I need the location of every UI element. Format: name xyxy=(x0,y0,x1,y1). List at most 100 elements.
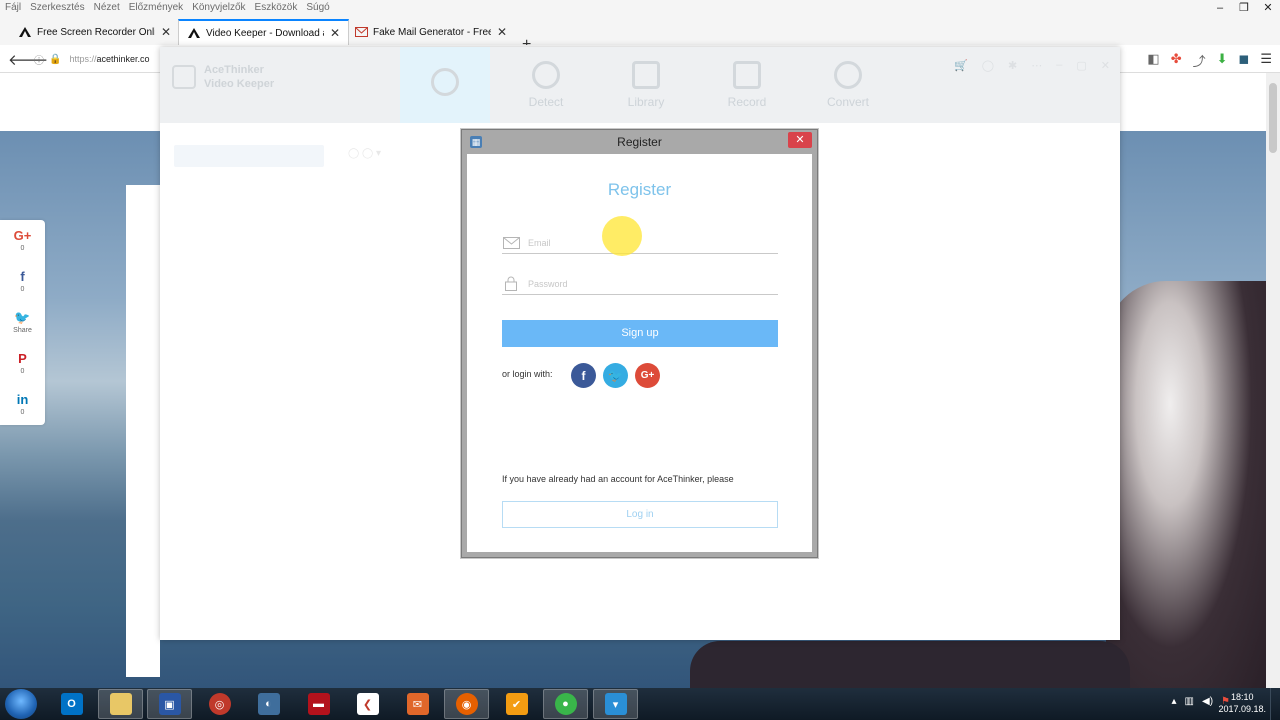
taskbar-outlook[interactable]: O xyxy=(49,689,94,719)
menu-tools[interactable]: Eszközök xyxy=(255,2,298,13)
nav-label: Convert xyxy=(826,95,870,109)
facebook-icon: f xyxy=(20,269,25,284)
page-scrollbar[interactable] xyxy=(1266,73,1280,688)
nav-convert[interactable]: Convert xyxy=(803,47,893,123)
tab-title: Free Screen Recorder Online xyxy=(37,26,155,38)
menu-edit[interactable]: Szerkesztés xyxy=(30,2,84,13)
menu-help[interactable]: Súgó xyxy=(306,2,329,13)
acethinker-favicon-icon xyxy=(18,25,32,39)
share-arrow-icon[interactable]: ⤴ xyxy=(1193,51,1206,70)
signup-button[interactable]: Sign up xyxy=(502,320,778,347)
nav-library[interactable]: Library xyxy=(601,47,691,123)
app-close-icon[interactable]: ✕ xyxy=(1101,59,1110,72)
envelope-favicon-icon xyxy=(354,25,368,39)
tab-title: Video Keeper - Download a xyxy=(206,27,324,39)
dialog-titlebar: ▦ Register ✕ xyxy=(462,130,817,154)
googleplus-icon: G+ xyxy=(13,228,32,243)
taskbar-save-app[interactable]: ▣ xyxy=(147,689,192,719)
password-input[interactable] xyxy=(528,278,768,289)
clock-date: 2017.09.18. xyxy=(1218,704,1266,714)
user-icon[interactable]: ◯ xyxy=(982,59,994,72)
nav-detect[interactable]: Detect xyxy=(501,47,591,123)
tab-close-icon[interactable]: ✕ xyxy=(497,25,507,39)
login-button[interactable]: Log in xyxy=(502,501,778,528)
taskbar-firefox[interactable]: ◉ xyxy=(444,689,489,719)
menu-file[interactable]: Fájl xyxy=(5,2,21,13)
minimize-icon[interactable]: – xyxy=(1208,0,1232,17)
share-label: Share xyxy=(13,327,32,334)
windows-taskbar: O ▣ ◎ ◐ ▬ ❮ ✉ ◉ ✔ ● ▾ ▴ ▥ ◀) ⚑ 18:10 201… xyxy=(0,688,1280,720)
taskbar-recorder[interactable]: ● xyxy=(543,689,588,719)
cart-icon[interactable]: 🛒 xyxy=(954,59,968,72)
taskbar-red-app[interactable]: ▬ xyxy=(296,689,341,719)
share-linkedin[interactable]: in 0 xyxy=(0,384,45,425)
volume-icon[interactable]: ◀) xyxy=(1202,696,1213,707)
nav-record[interactable]: Record xyxy=(702,47,792,123)
share-googleplus[interactable]: G+ 0 xyxy=(0,220,45,261)
twitter-login-button[interactable]: 🐦 xyxy=(603,363,628,388)
twitter-icon: 🐦 xyxy=(14,310,31,325)
taskbar-todo-app[interactable]: ✔ xyxy=(494,689,539,719)
email-input[interactable] xyxy=(528,237,768,248)
url-bar[interactable]: ⓘ 🔒 https:// acethinker.co xyxy=(34,49,164,69)
taskbar-mail-app[interactable]: ✉ xyxy=(395,689,440,719)
close-window-icon[interactable]: ✕ xyxy=(1256,0,1280,17)
menu-bookmarks[interactable]: Könyvjelzők xyxy=(192,2,245,13)
tab-free-screen-recorder[interactable]: Free Screen Recorder Online ✕ xyxy=(10,19,179,45)
restore-icon[interactable]: ❐ xyxy=(1232,0,1256,17)
share-count: 0 xyxy=(20,409,25,416)
share-facebook[interactable]: f 0 xyxy=(0,261,45,302)
clock-time: 18:10 xyxy=(1230,692,1254,702)
url-host: acethinker.co xyxy=(96,54,150,64)
settings-icon[interactable]: ✱ xyxy=(1008,59,1017,72)
tab-close-icon[interactable]: ✕ xyxy=(161,25,171,39)
tab-title: Fake Mail Generator - Free t xyxy=(373,26,491,38)
show-desktop-button[interactable] xyxy=(1270,688,1280,720)
taskbar-media[interactable]: ◐ xyxy=(246,689,291,719)
record-camera-icon xyxy=(733,61,761,89)
share-pinterest[interactable]: P 0 xyxy=(0,343,45,384)
info-icon[interactable]: ⓘ xyxy=(34,52,44,67)
taskbar-explorer[interactable] xyxy=(98,689,143,719)
register-dialog: ▦ Register ✕ Register Sign up or login w… xyxy=(461,129,818,558)
dialog-close-button[interactable]: ✕ xyxy=(788,132,812,148)
tab-video-keeper[interactable]: Video Keeper - Download a ✕ xyxy=(178,19,350,45)
nav-download[interactable] xyxy=(400,47,490,123)
menu-view[interactable]: Nézet xyxy=(94,2,120,13)
acethinker-favicon-icon xyxy=(187,26,201,40)
color-extension-icon[interactable]: ✤ xyxy=(1171,51,1182,70)
recorder-app-icon: ● xyxy=(554,693,577,715)
app-minimize-icon[interactable]: – xyxy=(1056,59,1062,72)
tray-expand-icon[interactable]: ▴ xyxy=(1172,696,1177,707)
folder-icon xyxy=(109,693,132,715)
extension-icon[interactable]: ◧ xyxy=(1147,51,1159,70)
video-keeper-app-icon: ▾ xyxy=(604,693,627,715)
taskbar-video-keeper[interactable]: ▾ xyxy=(593,689,638,719)
taskbar-clock[interactable]: 18:10 2017.09.18. xyxy=(1218,691,1266,715)
outlook-icon: O xyxy=(60,693,83,715)
taskbar-browser[interactable]: ◎ xyxy=(197,689,242,719)
tab-bar: Free Screen Recorder Online ✕ Video Keep… xyxy=(0,17,1280,53)
network-icon[interactable]: ▥ xyxy=(1185,696,1194,707)
menu-dots-icon[interactable]: ⋯ xyxy=(1031,59,1042,72)
lock-icon: 🔒 xyxy=(49,53,62,65)
dialog-window-title: Register xyxy=(617,135,662,149)
linkedin-icon: in xyxy=(16,392,29,407)
google-login-button[interactable]: G+ xyxy=(635,363,660,388)
hamburger-menu-icon[interactable]: ☰ xyxy=(1260,51,1272,70)
tab-close-icon[interactable]: ✕ xyxy=(330,26,340,40)
pinterest-icon: P xyxy=(18,351,27,366)
start-button[interactable] xyxy=(5,689,37,719)
download-icon[interactable]: ⬇ xyxy=(1217,51,1228,70)
tab-fake-mail-generator[interactable]: Fake Mail Generator - Free t ✕ xyxy=(346,19,515,45)
profile-icon[interactable]: ◼ xyxy=(1239,51,1250,70)
share-twitter[interactable]: 🐦 Share xyxy=(0,302,45,343)
scrollbar-thumb[interactable] xyxy=(1269,83,1277,153)
firefox-icon: ◉ xyxy=(455,693,478,715)
menu-history[interactable]: Előzmények xyxy=(129,2,183,13)
app-maximize-icon[interactable]: ▢ xyxy=(1076,59,1086,72)
facebook-login-button[interactable]: f xyxy=(571,363,596,388)
media-app-icon: ◐ xyxy=(257,693,280,715)
paste-url-button[interactable] xyxy=(174,145,324,167)
taskbar-c-app[interactable]: ❮ xyxy=(345,689,390,719)
